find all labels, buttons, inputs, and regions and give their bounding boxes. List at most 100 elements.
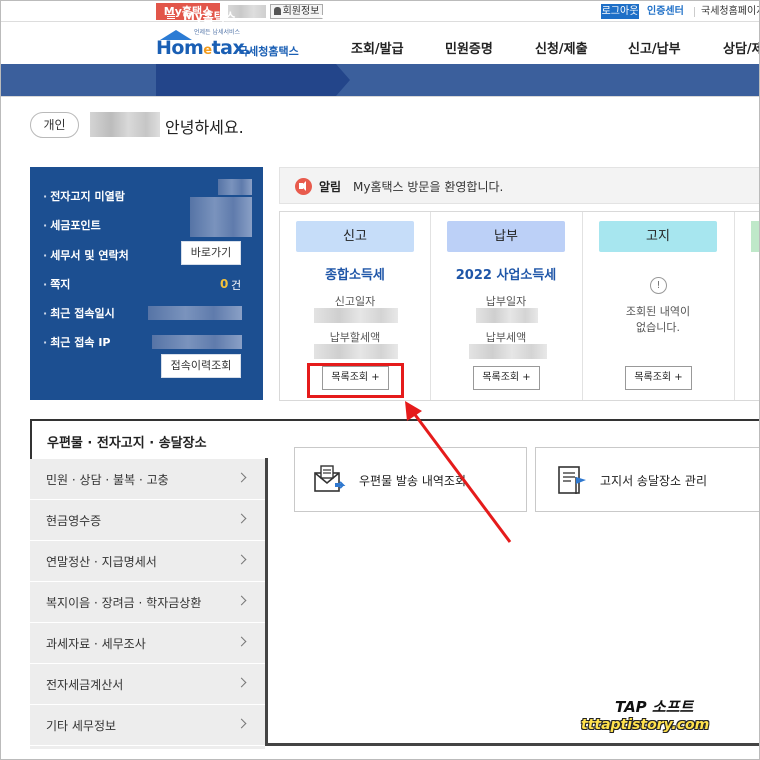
card-label: 납부세액 bbox=[485, 331, 527, 344]
side-menu-label: 민원 · 상담 · 불복 · 고충 bbox=[46, 473, 169, 487]
side-menu-item[interactable]: 복지이음 · 장려금 · 학자금상환 bbox=[30, 582, 265, 623]
card-label: 납부일자 bbox=[485, 295, 527, 308]
card-partial bbox=[735, 212, 759, 400]
card-tab: 납부 bbox=[447, 221, 565, 252]
list-inquiry-button[interactable]: 목록조회 + bbox=[473, 366, 540, 390]
tile-mail-history[interactable]: 우편물 발송 내역조회 bbox=[294, 447, 527, 512]
document-flag-icon bbox=[558, 466, 586, 494]
logo-kor: 국세청홈택스 bbox=[238, 45, 299, 58]
alert-icon: ! bbox=[650, 277, 667, 294]
note-count: 0 bbox=[220, 277, 229, 291]
gnb-application[interactable]: 신청/제출 bbox=[535, 38, 588, 57]
gnb-report-payment[interactable]: 신고/납부 bbox=[628, 38, 681, 57]
notice-bar: 알림 My홈택스 방문을 환영합니다. bbox=[279, 167, 759, 204]
section-frame-left bbox=[265, 458, 268, 746]
envelope-icon bbox=[314, 465, 346, 492]
arrow-head bbox=[405, 401, 422, 421]
blurred-value bbox=[148, 306, 242, 320]
tile-delivery-address[interactable]: 고지서 송달장소 관리 bbox=[535, 447, 759, 512]
greeting-text: 안녕하세요. bbox=[165, 118, 244, 137]
gnb-inquiry[interactable]: 조회/발급 bbox=[351, 38, 404, 57]
shortcut-button[interactable]: 바로가기 bbox=[181, 241, 241, 265]
empty-line: 없습니다. bbox=[636, 321, 680, 334]
side-menu-label: 연말정산 · 지급명세서 bbox=[46, 555, 157, 569]
list-inquiry-button[interactable]: 목록조회 + bbox=[625, 366, 692, 390]
side-menu-label: 기타 세무정보 bbox=[46, 719, 117, 733]
chevron-right-icon bbox=[236, 513, 247, 524]
card-tab: 신고 bbox=[296, 221, 414, 252]
card-payment: 납부 2022 사업소득세 납부일자 납부세액 목록조회 + bbox=[431, 212, 583, 400]
side-menu-item[interactable]: 과세자료 · 세무조사 bbox=[30, 623, 265, 664]
info-unread-notice[interactable]: 전자고지 미열람 bbox=[43, 188, 125, 204]
side-menu-label: 현금영수증 bbox=[46, 514, 102, 528]
logo-word-a: Hom bbox=[156, 37, 204, 59]
notice-label: 알림 bbox=[319, 180, 342, 194]
card-notice: 고지 ! 조회된 내역이없습니다. 목록조회 + bbox=[583, 212, 735, 400]
blurred-value bbox=[476, 308, 538, 323]
hometax-logo[interactable]: 언제든 납세서비스 Hometax. 국세청홈택스 bbox=[156, 26, 301, 60]
blurred-user-name bbox=[90, 112, 160, 137]
divider bbox=[694, 7, 695, 17]
info-notes[interactable]: 쪽지 bbox=[43, 276, 70, 292]
section-header[interactable]: 우편물 · 전자고지 · 송달장소 bbox=[30, 419, 268, 460]
nts-homepage-link[interactable]: 국세청홈페이지 bbox=[701, 4, 759, 19]
logo-word-e: e bbox=[203, 43, 212, 58]
notice-message: My홈택스 방문을 환영합니다. bbox=[353, 180, 504, 194]
user-type-badge: 개인 bbox=[30, 112, 79, 138]
blurred-value bbox=[218, 179, 252, 195]
side-menu-item[interactable]: 기타 세무정보 bbox=[30, 705, 265, 746]
header: 언제든 납세서비스 Hometax. 국세청홈택스 조회/발급 민원증명 신청/… bbox=[1, 22, 759, 64]
info-tax-office: 세무서 및 연락처 bbox=[43, 247, 129, 263]
note-count-unit: 건 bbox=[231, 279, 242, 292]
card-tab: 고지 bbox=[599, 221, 717, 252]
empty-message: 조회된 내역이없습니다. bbox=[583, 304, 733, 336]
blurred-value bbox=[314, 344, 398, 359]
chevron-down-icon[interactable] bbox=[319, 15, 327, 19]
chevron-right-icon bbox=[236, 636, 247, 647]
side-menu-item[interactable]: 현금영수증 bbox=[30, 500, 265, 541]
info-tax-point[interactable]: 세금포인트 bbox=[43, 217, 101, 233]
logo-word: Hometax. bbox=[156, 37, 251, 59]
watermark-url: tttaptistory.com bbox=[581, 717, 710, 733]
megaphone-icon bbox=[295, 178, 312, 195]
info-last-login: 최근 접속일시 bbox=[43, 305, 115, 321]
chevron-right-icon bbox=[236, 472, 247, 483]
watermark-title: TAP 소프트 bbox=[615, 698, 694, 716]
gnb-certificate[interactable]: 민원증명 bbox=[445, 38, 493, 57]
nav-band bbox=[1, 64, 759, 96]
menu-icon bbox=[167, 14, 175, 19]
side-menu-label: 과세자료 · 세무조사 bbox=[46, 637, 146, 651]
blurred-value bbox=[152, 335, 242, 349]
divider bbox=[1, 96, 759, 97]
tile-label: 고지서 송달장소 관리 bbox=[600, 474, 707, 488]
side-menu-item[interactable]: 전자세금계산서 bbox=[30, 664, 265, 705]
member-info-button[interactable]: 회원정보 bbox=[270, 4, 323, 19]
section-title: 우편물 · 전자고지 · 송달장소 bbox=[47, 436, 207, 451]
gnb-consult[interactable]: 상담/제보 bbox=[723, 38, 759, 57]
empty-line: 조회된 내역이 bbox=[625, 305, 691, 318]
card-title: 2022 사업소득세 bbox=[455, 268, 557, 283]
blurred-value bbox=[314, 308, 398, 323]
cert-center-link[interactable]: 인증센터 bbox=[647, 4, 684, 19]
member-info-label: 회원정보 bbox=[282, 6, 320, 17]
chevron-right-icon bbox=[236, 595, 247, 606]
card-tab bbox=[751, 221, 759, 252]
chevron-right-icon bbox=[236, 554, 247, 565]
section-frame-bottom bbox=[265, 743, 759, 746]
info-last-ip: 최근 접속 IP bbox=[43, 334, 110, 350]
nav-dark-segment bbox=[156, 64, 350, 96]
nav-menu-label: My홈택스 bbox=[183, 10, 236, 24]
side-menu-item[interactable]: 연말정산 · 지급명세서 bbox=[30, 541, 265, 582]
side-menu-item[interactable]: 민원 · 상담 · 불복 · 고충 bbox=[30, 459, 265, 500]
logout-button[interactable]: 로그아웃 bbox=[601, 4, 639, 19]
card-label: 신고일자 bbox=[334, 295, 376, 308]
chevron-right-icon bbox=[236, 718, 247, 729]
nav-menu-myhometax[interactable]: My홈택스 bbox=[167, 8, 236, 25]
blurred-value bbox=[469, 344, 547, 359]
person-icon bbox=[273, 7, 281, 15]
access-history-button[interactable]: 접속이력조회 bbox=[161, 354, 241, 378]
chevron-right-icon bbox=[236, 677, 247, 688]
card-label: 납부할세액 bbox=[329, 331, 381, 344]
highlight-box bbox=[307, 363, 404, 398]
side-menu-label: 복지이음 · 장려금 · 학자금상환 bbox=[46, 596, 202, 610]
